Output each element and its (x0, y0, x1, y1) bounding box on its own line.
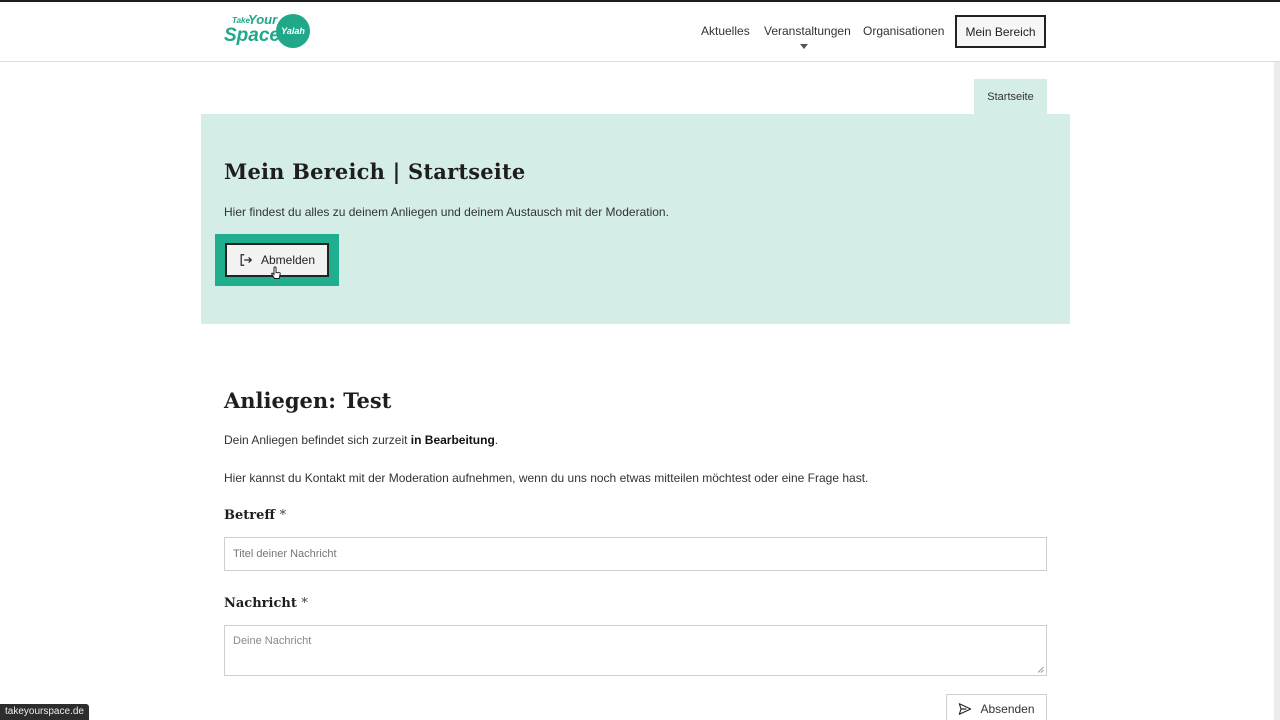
subject-input[interactable] (224, 537, 1047, 571)
hand-cursor-icon (271, 266, 281, 279)
mein-bereich-button[interactable]: Mein Bereich (955, 15, 1046, 48)
concern-title: Anliegen: Test (224, 388, 392, 413)
nav-organisationen[interactable]: Organisationen (863, 24, 944, 38)
subject-required-mark: * (279, 508, 287, 523)
send-button[interactable]: Absenden (946, 694, 1047, 720)
message-required-mark: * (301, 596, 308, 611)
logout-label: Abmelden (260, 253, 316, 267)
tab-startseite[interactable]: Startseite (974, 79, 1047, 114)
caret-down-icon[interactable] (800, 44, 808, 49)
message-placeholder: Deine Nachricht (233, 635, 312, 647)
status-value: in Bearbeitung (410, 433, 495, 447)
status-suffix: . (494, 433, 499, 447)
status-prefix: Dein Anliegen befindet sich zurzeit (224, 433, 411, 447)
logo-space: Space (224, 25, 280, 46)
page-title: Mein Bereich | Startseite (224, 159, 526, 184)
site-header: Take Your Space Yalah Aktuelles Veransta… (0, 2, 1280, 62)
hero-description: Hier findest du alles zu deinem Anliegen… (224, 205, 669, 219)
logo-badge: Yalah (276, 14, 310, 48)
site-logo[interactable]: Take Your Space Yalah (224, 12, 314, 54)
concern-status: Dein Anliegen befindet sich zurzeit in B… (224, 433, 498, 447)
contact-text: Hier kannst du Kontakt mit der Moderatio… (224, 471, 869, 485)
resize-handle-icon[interactable] (1037, 666, 1044, 673)
nav-aktuelles[interactable]: Aktuelles (701, 24, 750, 38)
scrollbar-track[interactable] (1274, 62, 1280, 720)
send-icon (959, 703, 972, 715)
subject-label-text: Betreff (224, 508, 276, 523)
message-label-text: Nachricht (224, 596, 297, 611)
subject-label: Betreff * (224, 508, 286, 523)
message-label: Nachricht * (224, 596, 308, 611)
nav-veranstaltungen[interactable]: Veranstaltungen (764, 24, 851, 38)
send-label: Absenden (980, 702, 1035, 716)
logout-icon (240, 254, 253, 266)
hero-panel: Mein Bereich | Startseite Hier findest d… (201, 114, 1070, 324)
message-textarea[interactable]: Deine Nachricht (224, 625, 1047, 676)
browser-status-url: takeyourspace.de (0, 704, 89, 720)
